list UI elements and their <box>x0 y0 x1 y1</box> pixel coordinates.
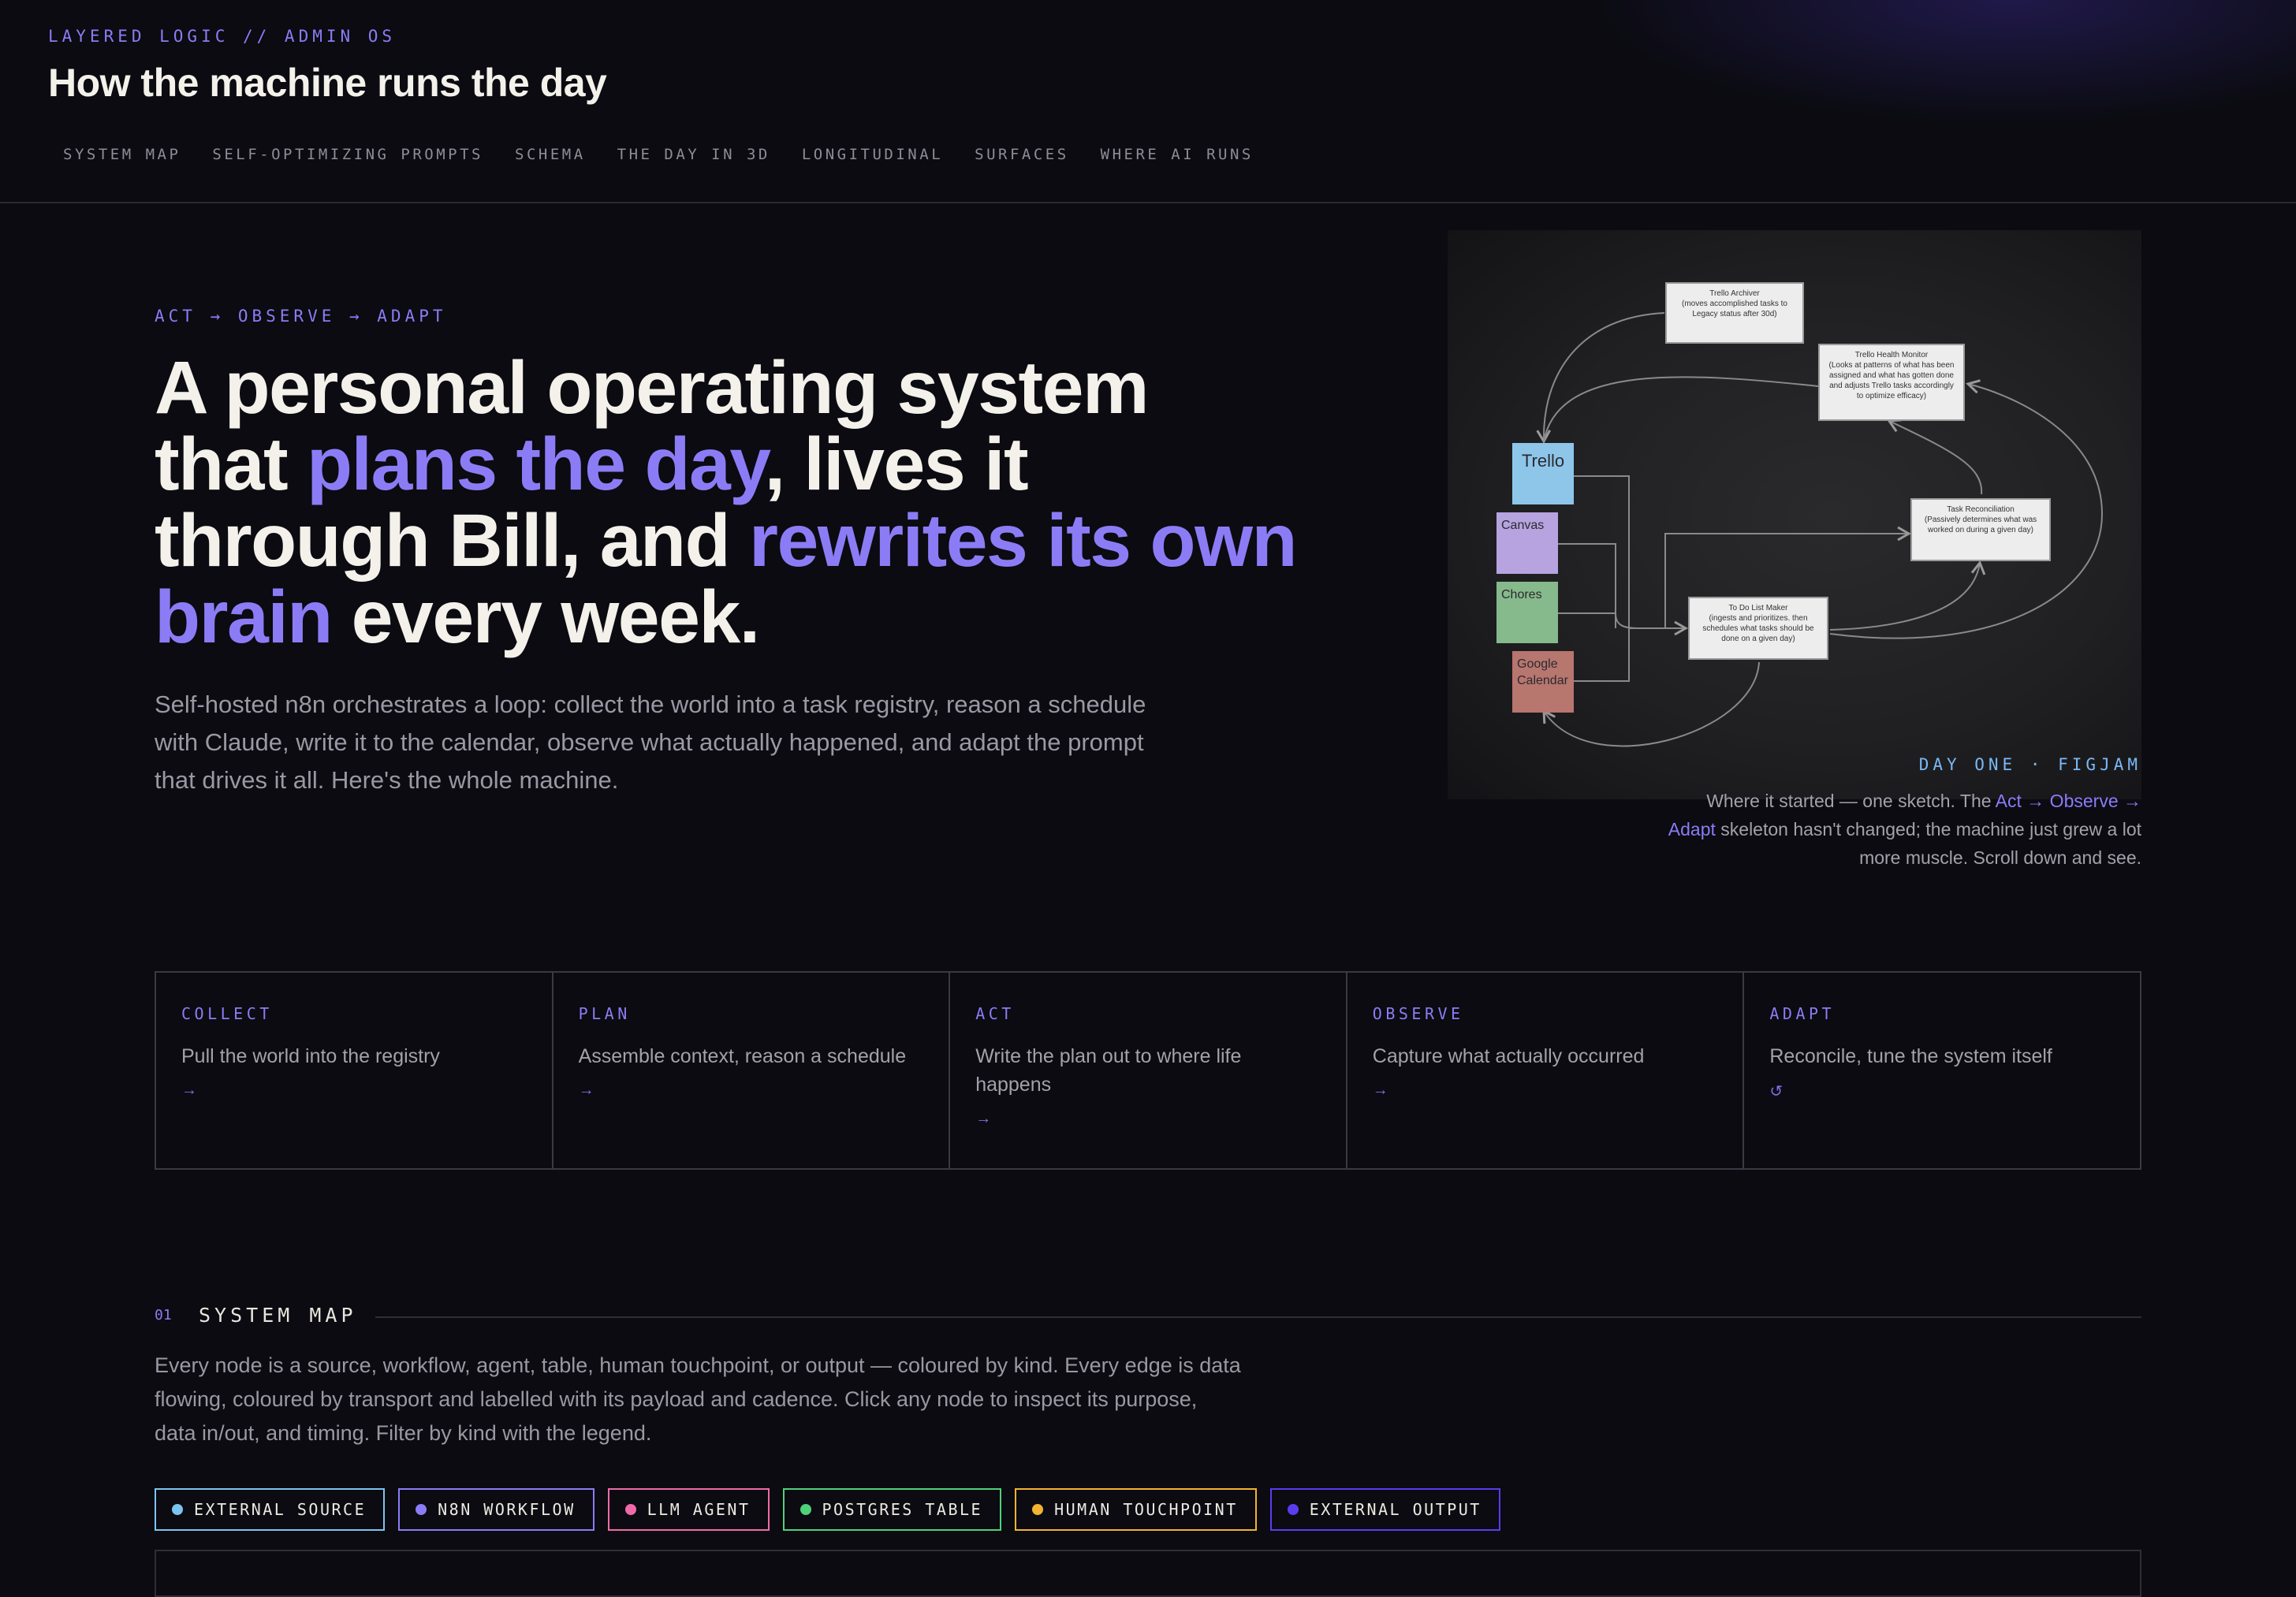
phase-label: COLLECT <box>181 1004 273 1023</box>
loop-phases: COLLECT Pull the world into the registry… <box>155 971 2141 1170</box>
legend-label: POSTGRES TABLE <box>822 1500 983 1519</box>
sketch-description: Where it started — one sketch. The Act →… <box>1660 787 2141 872</box>
sticky-trello: Trello <box>1512 443 1574 504</box>
legend-filter-external-output[interactable]: EXTERNAL OUTPUT <box>1269 1488 1500 1531</box>
note-todo-title: To Do List Maker <box>1728 604 1788 612</box>
nav-longitudinal[interactable]: LONGITUDINAL <box>786 146 959 163</box>
nav-surfaces[interactable]: SURFACES <box>959 146 1085 163</box>
note-health-body: (Looks at patterns of what has been assi… <box>1828 361 1955 400</box>
note-recon-title: Task Reconciliation <box>1947 505 2015 514</box>
system-map-canvas[interactable] <box>155 1550 2141 1597</box>
sticky-google-calendar: Google Calendar <box>1512 651 1574 713</box>
phase-description: Pull the world into the registry <box>181 1045 440 1067</box>
sticky-canvas: Canvas <box>1496 512 1558 574</box>
figjam-sketch: Trello Canvas Chores Google Calendar Tre… <box>1448 230 2141 799</box>
loop-icon: ↺ <box>1769 1083 1784 1100</box>
nav-schema[interactable]: SCHEMA <box>499 146 602 163</box>
legend-label: EXTERNAL OUTPUT <box>1309 1500 1482 1519</box>
legend-label: N8N WORKFLOW <box>438 1500 576 1519</box>
sketch-caption: DAY ONE · FIGJAM <box>1918 755 2141 774</box>
legend-filter-llm-agent[interactable]: LLM AGENT <box>607 1488 770 1531</box>
phase-act[interactable]: ACT Write the plan out to where life hap… <box>950 973 1347 1168</box>
note-to-do-list-maker: To Do List Maker (ingests and prioritize… <box>1688 597 1828 660</box>
nav-day-in-3d[interactable]: THE DAY IN 3D <box>602 146 786 163</box>
nav-where-ai-runs[interactable]: WHERE AI RUNS <box>1085 146 1269 163</box>
phase-adapt[interactable]: ADAPT Reconcile, tune the system itself … <box>1744 973 2140 1168</box>
hero-headline: A personal operating system that plans t… <box>155 350 1298 656</box>
sketch-desc-part-2: skeleton hasn't changed; the machine jus… <box>1715 819 2141 868</box>
header-glow <box>1586 0 2296 126</box>
note-trello-archiver-title: Trello Archiver <box>1709 289 1760 298</box>
section-divider <box>375 1316 2141 1318</box>
sticky-chores: Chores <box>1496 582 1558 643</box>
section-title: SYSTEM MAP <box>199 1304 357 1327</box>
phase-label: OBSERVE <box>1372 1004 1464 1023</box>
note-task-reconciliation: Task Reconciliation (Passively determine… <box>1910 498 2051 561</box>
headline-part-3: every week. <box>331 575 760 659</box>
phase-plan[interactable]: PLAN Assemble context, reason a schedule… <box>554 973 951 1168</box>
section-description: Every node is a source, workflow, agent,… <box>155 1353 1241 1445</box>
note-trello-health-monitor: Trello Health Monitor (Looks at patterns… <box>1818 344 1965 421</box>
arrow-right-icon: → <box>975 1110 992 1127</box>
hero-lede: Self-hosted n8n orchestrates a loop: col… <box>155 691 1146 794</box>
hero-kicker: ACT → OBSERVE → ADAPT <box>155 307 447 326</box>
legend-dot-icon <box>1032 1504 1044 1515</box>
site-eyebrow: LAYERED LOGIC // ADMIN OS <box>48 27 397 46</box>
sketch-desc-part-1: Where it started — one sketch. The <box>1706 791 1996 811</box>
legend-dot-icon <box>172 1504 183 1515</box>
note-trello-archiver: Trello Archiver (moves accomplished task… <box>1665 282 1804 344</box>
legend-filter-n8n-workflow[interactable]: N8N WORKFLOW <box>398 1488 594 1531</box>
legend-filter-human-touchpoint[interactable]: HUMAN TOUCHPOINT <box>1015 1488 1257 1531</box>
nav-self-optimizing-prompts[interactable]: SELF-OPTIMIZING PROMPTS <box>196 146 499 163</box>
phase-description: Reconcile, tune the system itself <box>1769 1045 2052 1067</box>
node-kind-legend: EXTERNAL SOURCE N8N WORKFLOW LLM AGENT P… <box>155 1488 1514 1531</box>
site-title: How the machine runs the day <box>48 61 607 105</box>
header-divider <box>0 202 2296 203</box>
note-todo-body: (ingests and prioritizes. then schedules… <box>1702 614 1814 643</box>
arrow-right-icon: → <box>578 1081 594 1099</box>
note-trello-archiver-body: (moves accomplished tasks to Legacy stat… <box>1682 300 1787 318</box>
phase-label: ADAPT <box>1769 1004 1836 1023</box>
phase-description: Assemble context, reason a schedule <box>578 1045 907 1067</box>
note-recon-body: (Passively determines what was worked on… <box>1924 516 2037 534</box>
phase-collect[interactable]: COLLECT Pull the world into the registry… <box>156 973 554 1168</box>
arrow-right-icon: → <box>1372 1081 1388 1099</box>
arrow-right-icon: → <box>181 1081 197 1099</box>
legend-dot-icon <box>800 1504 811 1515</box>
phase-label: PLAN <box>578 1004 631 1023</box>
section-number: 01 <box>155 1307 172 1323</box>
legend-label: HUMAN TOUCHPOINT <box>1054 1500 1238 1519</box>
legend-filter-external-source[interactable]: EXTERNAL SOURCE <box>155 1488 386 1531</box>
headline-accent-1: plans the day <box>307 423 766 506</box>
legend-dot-icon <box>624 1504 636 1515</box>
phase-description: Write the plan out to where life happens <box>975 1045 1242 1096</box>
phase-label: ACT <box>975 1004 1015 1023</box>
note-health-title: Trello Health Monitor <box>1854 351 1929 359</box>
legend-label: LLM AGENT <box>647 1500 751 1519</box>
phase-description: Capture what actually occurred <box>1372 1045 1645 1067</box>
nav-system-map[interactable]: SYSTEM MAP <box>48 146 196 163</box>
top-nav: SYSTEM MAP SELF-OPTIMIZING PROMPTS SCHEM… <box>48 146 1269 163</box>
legend-dot-icon <box>416 1504 427 1515</box>
legend-dot-icon <box>1287 1504 1299 1515</box>
legend-label: EXTERNAL SOURCE <box>194 1500 367 1519</box>
legend-filter-postgres-table[interactable]: POSTGRES TABLE <box>782 1488 1002 1531</box>
phase-observe[interactable]: OBSERVE Capture what actually occurred → <box>1347 973 1745 1168</box>
